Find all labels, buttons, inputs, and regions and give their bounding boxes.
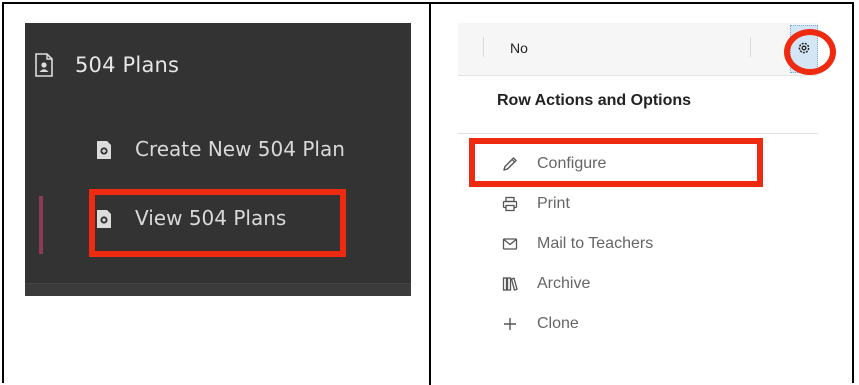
menu-item-label: Mail to Teachers (537, 235, 654, 252)
menu-title: Row Actions and Options (497, 92, 692, 109)
menu-item-label: Archive (537, 275, 591, 292)
sidebar-item-create-new-504-plan[interactable]: Create New 504 Plan (97, 137, 345, 161)
menu-item-mail-to-teachers[interactable]: Mail to Teachers (502, 235, 653, 253)
active-indicator (39, 196, 43, 254)
highlight-box-view-504-plans (89, 189, 346, 257)
sidebar-item-label: Create New 504 Plan (135, 137, 345, 161)
archive-icon (502, 276, 518, 292)
highlight-box-configure (469, 138, 763, 187)
menu-item-clone[interactable]: Clone (502, 315, 579, 333)
sidebar-section-label: 504 Plans (75, 53, 180, 77)
menu-item-label: Print (537, 195, 570, 212)
column-separator (483, 37, 484, 57)
person-document-icon (35, 53, 53, 77)
menu-divider (458, 133, 818, 134)
menu-item-label: Clone (537, 315, 579, 332)
plus-icon (502, 316, 518, 332)
highlight-circle-gear (784, 29, 836, 75)
table-cell-value: No (510, 40, 528, 56)
column-separator (750, 37, 751, 57)
row-actions-panel: No Row Actions and Options Configure Pri… (458, 23, 818, 363)
table-row: No (458, 23, 818, 76)
printer-icon (502, 196, 518, 212)
sidebar-section-504-plans[interactable]: 504 Plans (35, 53, 179, 77)
panel-divider (429, 2, 431, 385)
plus-document-icon (97, 140, 111, 159)
sidebar-bottom-strip (25, 283, 411, 296)
menu-item-archive[interactable]: Archive (502, 275, 590, 293)
menu-item-print[interactable]: Print (502, 195, 570, 213)
mail-icon (502, 236, 518, 252)
